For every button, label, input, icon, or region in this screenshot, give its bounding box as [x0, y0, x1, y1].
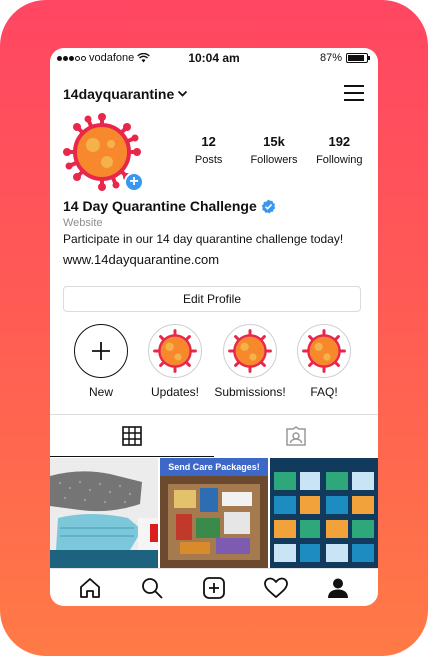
stat-posts[interactable]: 12 Posts [176, 134, 241, 168]
highlight-new[interactable]: New [64, 324, 138, 399]
post-caption-strip [50, 550, 158, 568]
profile-name-row: 14 Day Quarantine Challenge [63, 198, 373, 214]
profile-bio: 14 Day Quarantine Challenge Website Part… [63, 198, 373, 267]
edit-profile-button[interactable]: Edit Profile [63, 286, 361, 312]
home-icon [80, 578, 100, 598]
stat-followers[interactable]: 15k Followers [241, 134, 306, 168]
plus-icon [92, 342, 110, 360]
story-highlights: New Updates! Submissions! FAQ! [50, 324, 378, 404]
highlight-circle [223, 324, 277, 378]
phone-frame-background: vodafone 10:04 am 87% 14dayquarantine + … [0, 0, 428, 656]
tab-grid[interactable] [50, 415, 214, 457]
verified-badge-icon [261, 198, 275, 214]
search-icon [142, 578, 163, 599]
tab-tagged[interactable] [214, 415, 378, 457]
tagged-icon [286, 426, 306, 446]
face-mask-image [50, 458, 158, 550]
bottom-navigation [50, 568, 378, 606]
phone-screen: vodafone 10:04 am 87% 14dayquarantine + … [50, 48, 378, 606]
virus-icon [302, 329, 346, 373]
profile-website-link[interactable]: www.14dayquarantine.com [63, 252, 373, 267]
stat-following[interactable]: 192 Following [307, 134, 372, 168]
profile-tabs [50, 415, 378, 457]
nav-activity[interactable] [263, 576, 289, 600]
stat-label: Following [316, 154, 363, 166]
nav-new-post[interactable] [201, 576, 227, 600]
stat-value: 15k [263, 134, 285, 149]
profile-header: 14dayquarantine [50, 84, 378, 106]
highlight-updates[interactable]: Updates! [138, 324, 212, 399]
hamburger-menu-icon[interactable] [344, 84, 364, 102]
username-switcher[interactable]: 14dayquarantine [63, 86, 188, 102]
username: 14dayquarantine [63, 86, 175, 102]
virus-icon [228, 329, 272, 373]
care-package-banner: Send Care Packages! [160, 458, 268, 476]
stat-value: 12 [201, 134, 216, 149]
posts-grid: Send Care Packages! [50, 458, 378, 568]
nav-profile[interactable] [325, 576, 351, 600]
new-highlight-circle [74, 324, 128, 378]
highlight-circle [148, 324, 202, 378]
highlight-circle [297, 324, 351, 378]
highlight-label: New [88, 385, 113, 399]
battery-percent: 87% [319, 52, 342, 64]
post-thumbnail[interactable] [50, 458, 158, 568]
virus-icon [153, 329, 197, 373]
battery-fill [348, 55, 364, 61]
highlight-label: Updates! [150, 385, 200, 399]
chevron-down-icon [178, 90, 188, 97]
profile-stats: 12 Posts 15k Followers 192 Following [176, 134, 372, 168]
post-thumbnail[interactable]: Send Care Packages! [160, 458, 268, 568]
post-thumbnail[interactable] [270, 458, 378, 568]
status-bar: vodafone 10:04 am 87% [50, 48, 378, 70]
infographic-header [270, 458, 378, 468]
highlight-label: Submissions! [214, 385, 286, 399]
nav-search[interactable] [139, 576, 165, 600]
stat-label: Posts [194, 154, 223, 166]
profile-name: 14 Day Quarantine Challenge [63, 198, 257, 214]
profile-icon [328, 578, 348, 598]
battery-icon [346, 53, 370, 63]
highlight-submissions[interactable]: Submissions! [213, 324, 287, 399]
nav-home[interactable] [77, 576, 103, 600]
profile-category: Website [63, 217, 103, 229]
add-story-badge-icon[interactable]: + [124, 172, 144, 192]
stat-value: 192 [328, 134, 351, 149]
infographic-image [270, 468, 378, 568]
add-post-icon [203, 577, 225, 599]
battery-status: 87% [319, 52, 370, 64]
highlight-faq[interactable]: FAQ! [287, 324, 361, 399]
stat-label: Followers [250, 154, 298, 166]
heart-icon [264, 577, 288, 598]
profile-description: Participate in our 14 day quarantine cha… [63, 232, 344, 246]
highlight-label: FAQ! [310, 385, 338, 399]
care-package-image [160, 476, 268, 568]
grid-icon [122, 425, 142, 446]
